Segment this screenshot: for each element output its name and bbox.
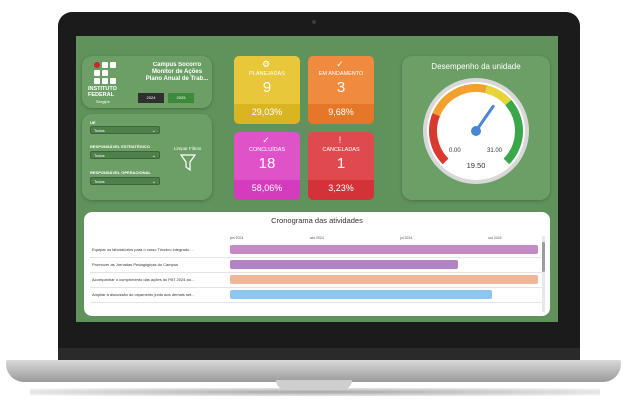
gantt-bar[interactable] [230, 260, 458, 269]
chevron-down-icon: ⌄ [151, 128, 156, 134]
year-button-2024[interactable]: 2024 [138, 93, 164, 103]
kpi-completed-card[interactable]: 58,06% ✓ CONCLUÍDAS 18 [234, 132, 300, 200]
kpi-planned-percent: 29,03% [251, 107, 283, 117]
gauge-hub [471, 126, 481, 136]
gantt-title: Cronograma das atividades [271, 216, 363, 225]
gantt-task-label: Promover as Jornadas Pedagógicas do Camp… [92, 262, 179, 267]
gantt-chart-card: Cronograma das atividades jan 2024 abr 2… [84, 212, 550, 316]
gantt-bar[interactable] [230, 275, 538, 284]
filter-strategic-select[interactable]: Todos ⌄ [90, 151, 160, 159]
gantt-task-label: Acompanhar o cumprimento das ações do PA… [92, 277, 195, 282]
logo-line2: FEDERAL [88, 92, 114, 98]
check-circle-icon: ✓ [262, 135, 270, 145]
dashboard-title: Campus Socorro Monitor de Ações Plano An… [132, 62, 222, 83]
kpi-completed-label: CONCLUÍDAS [248, 147, 286, 153]
filters-panel: UE Todos ⌄ RESPONSÁVEL ESTRATÉGICO Todos ⌄… [82, 114, 212, 200]
alert-icon: ! [338, 135, 342, 145]
check-circle-icon: ✓ [336, 59, 344, 69]
title-line3: Plano Anual de Trab... [145, 76, 209, 82]
gantt-tick: jan 2024 [230, 236, 244, 240]
kpi-planned-card[interactable]: 29,03% ⚙ PLANEJADAS 9 [234, 56, 300, 124]
gantt-row-divider [90, 287, 542, 288]
kpi-completed-bottom: 58,06% [234, 180, 300, 200]
gantt-row-divider [90, 302, 542, 303]
logo-sub: Sergipe [96, 99, 110, 104]
gantt-scrollbar-thumb[interactable] [542, 242, 545, 272]
kpi-completed-count: 18 [258, 155, 276, 172]
kpi-cancelled-label: CANCELADAS [322, 147, 360, 153]
laptop-notch [276, 380, 352, 390]
gantt-bar[interactable] [230, 290, 492, 299]
kpi-in-progress-count: 3 [336, 79, 346, 96]
planned-icon: ⚙ [261, 59, 271, 69]
gantt-tick: out 2024 [488, 236, 502, 240]
header-panel: INSTITUTO FEDERAL Sergipe Campus Socorro… [82, 56, 212, 108]
gantt-task-label: Equipar os laboratórios para o curso Téc… [92, 247, 194, 252]
filter-ue-value: Todos [94, 128, 105, 133]
webcam [312, 20, 316, 24]
kpi-planned-label: PLANEJADAS [249, 71, 285, 77]
gantt-bar[interactable] [230, 245, 538, 254]
clear-filters-label: Limpar Filtros [174, 146, 202, 151]
gantt-tick: jul 2024 [400, 236, 413, 240]
laptop-base [6, 360, 621, 382]
filter-operational-select[interactable]: Todos ⌄ [90, 177, 160, 185]
kpi-cancelled-card[interactable]: 3,23% ! CANCELADAS 1 [308, 132, 374, 200]
filter-ue-label: UE [90, 120, 96, 125]
kpi-in-progress-percent: 9,68% [328, 107, 354, 117]
gauge-min-label: 0.00 [449, 148, 461, 154]
gantt-row-divider [90, 272, 542, 273]
kpi-planned-count: 9 [262, 79, 272, 96]
year-button-2025[interactable]: 2025 [168, 93, 194, 103]
title-line2: Monitor de Ações [151, 69, 203, 75]
logo-text: INSTITUTO FEDERAL [88, 86, 117, 98]
filter-operational-value: Todos [94, 179, 105, 184]
dashboard-screen: INSTITUTO FEDERAL Sergipe Campus Socorro… [76, 36, 558, 322]
kpi-cancelled-bottom: 3,23% [308, 180, 374, 200]
kpi-planned-bottom: 29,03% [234, 104, 300, 124]
kpi-in-progress-label: EM ANDAMENTO [318, 71, 364, 77]
chevron-down-icon: ⌄ [151, 153, 156, 159]
if-logo-icon [94, 62, 116, 84]
kpi-in-progress-card[interactable]: 9,68% ✓ EM ANDAMENTO 3 [308, 56, 374, 124]
gauge-max-label: 31.00 [487, 148, 503, 154]
gantt-tick: abr 2024 [310, 236, 324, 240]
gantt-task-label: Ampliar a discussão do orçamento junto a… [92, 292, 195, 297]
filter-ue-select[interactable]: Todos ⌄ [90, 126, 160, 134]
filter-operational-label: RESPONSÁVEL OPERACIONAL [90, 170, 151, 175]
performance-gauge: 0.00 31.00 19.50 [423, 78, 529, 184]
kpi-completed-percent: 58,06% [251, 183, 283, 193]
gauge-panel: Desempenho da unidade 0.00 31.00 19.50 [402, 56, 550, 200]
chevron-down-icon: ⌄ [151, 179, 156, 185]
funnel-icon[interactable] [180, 154, 196, 172]
gauge-title: Desempenho da unidade [431, 62, 521, 71]
kpi-in-progress-bottom: 9,68% [308, 104, 374, 124]
filter-strategic-value: Todos [94, 153, 105, 158]
filter-strategic-label: RESPONSÁVEL ESTRATÉGICO [90, 144, 150, 149]
gauge-value-label: 19.50 [467, 161, 486, 170]
title-line1: Campus Socorro [152, 62, 202, 68]
kpi-cancelled-percent: 3,23% [328, 183, 354, 193]
kpi-cancelled-count: 1 [336, 155, 346, 172]
gantt-row-divider [90, 257, 542, 258]
